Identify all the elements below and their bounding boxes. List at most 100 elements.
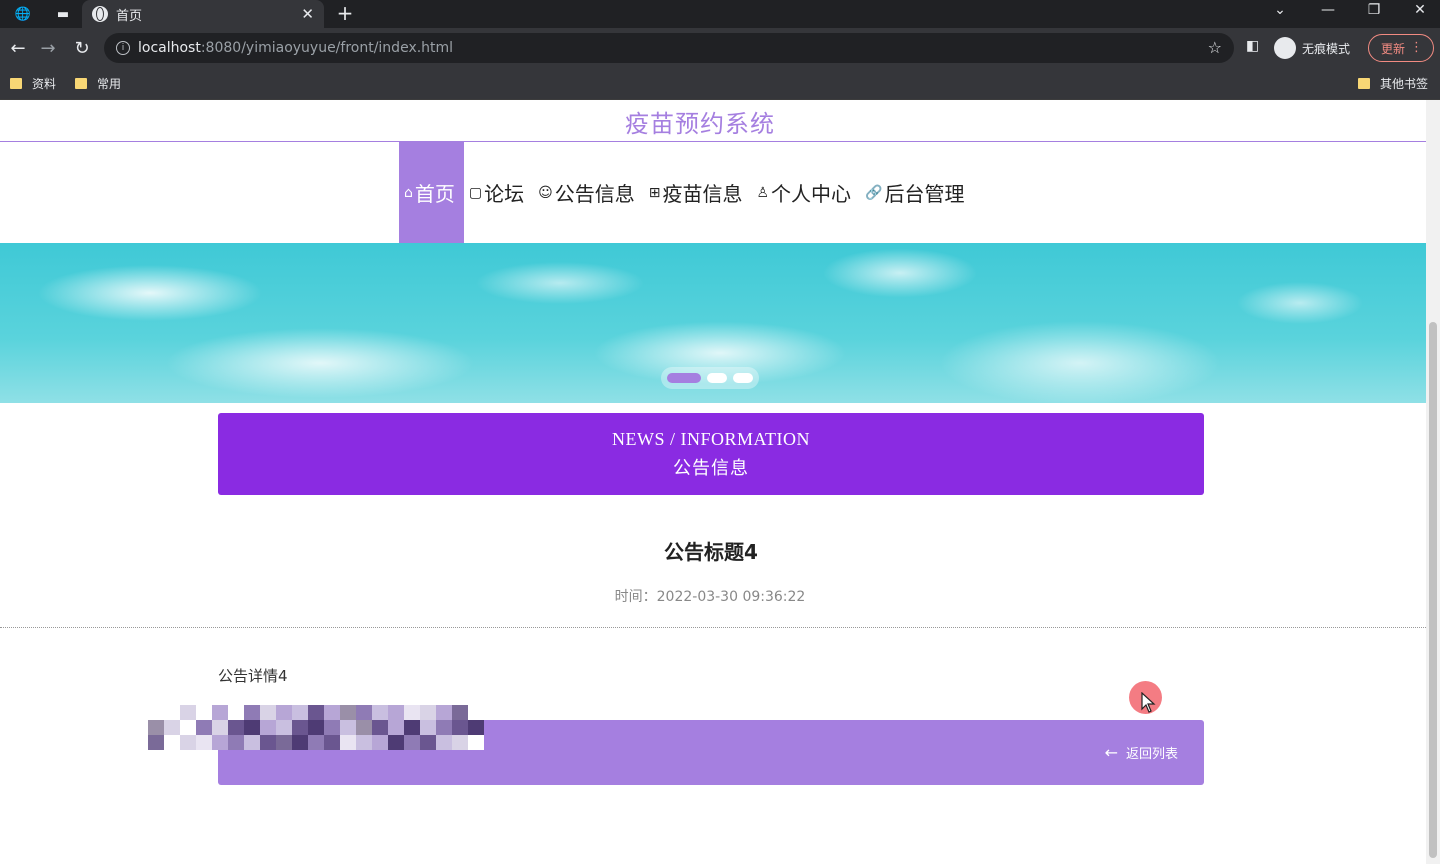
- mosaic-cell: [180, 720, 196, 735]
- mosaic-cell: [148, 705, 164, 720]
- reload-icon[interactable]: ↻: [70, 36, 94, 60]
- browser-tab-active[interactable]: 首页 ✕: [82, 0, 324, 28]
- mosaic-cell: [244, 720, 260, 735]
- carousel-indicators: [661, 367, 759, 389]
- mosaic-cell: [244, 735, 260, 750]
- mosaic-cell: [356, 720, 372, 735]
- nav-item-admin[interactable]: 🔗 后台管理: [860, 142, 973, 243]
- bookmark-star-icon[interactable]: ☆: [1208, 38, 1222, 57]
- mouse-cursor-icon: [1141, 692, 1156, 713]
- mosaic-cell: [420, 720, 436, 735]
- mosaic-cell: [276, 720, 292, 735]
- nav-item-home[interactable]: ⌂ 首页: [399, 142, 464, 243]
- restore-icon[interactable]: ❐: [1364, 2, 1384, 18]
- address-bar[interactable]: i localhost :8080/yimiaoyuyue/front/inde…: [104, 33, 1234, 63]
- mosaic-cell: [468, 705, 484, 720]
- incognito-indicator[interactable]: 无痕模式: [1274, 37, 1350, 59]
- browser-tabstrip: 🌐 ▬ 首页 ✕ + ⌄ — ❐ ✕: [0, 0, 1440, 28]
- mosaic-cell: [324, 720, 340, 735]
- update-button[interactable]: 更新 ⋮: [1368, 34, 1434, 62]
- bookmarks-bar: 资料 常用 其他书签: [0, 68, 1440, 100]
- bookmark-label: 常用: [97, 77, 122, 91]
- site-info-icon[interactable]: i: [116, 41, 130, 55]
- nav-item-label: 首页: [414, 182, 455, 206]
- pixelated-watermark: [148, 705, 484, 751]
- mosaic-cell: [228, 720, 244, 735]
- more-menu-icon[interactable]: ⋮: [1410, 40, 1423, 55]
- mosaic-cell: [324, 735, 340, 750]
- mosaic-cell: [164, 705, 180, 720]
- mosaic-cell: [372, 735, 388, 750]
- mosaic-cell: [356, 705, 372, 720]
- other-bookmarks[interactable]: 其他书签: [1358, 75, 1428, 92]
- mosaic-cell: [404, 720, 420, 735]
- back-to-list-button[interactable]: ← 返回列表: [1105, 743, 1178, 762]
- carousel-dot-1[interactable]: [667, 373, 701, 383]
- section-title-en: NEWS / INFORMATION: [612, 429, 810, 449]
- back-arrow-icon[interactable]: ←: [6, 36, 30, 60]
- url-path: :8080/yimiaoyuyue/front/index.html: [200, 40, 454, 56]
- mosaic-cell: [292, 735, 308, 750]
- folder-icon: [75, 78, 87, 89]
- close-tab-icon[interactable]: ✕: [301, 5, 314, 23]
- mosaic-cell: [340, 735, 356, 750]
- mosaic-cell: [212, 720, 228, 735]
- bookmark-label: 资料: [32, 77, 57, 91]
- mosaic-cell: [388, 735, 404, 750]
- divider: [0, 627, 1426, 628]
- nav-item-label: 论坛: [484, 182, 525, 206]
- mosaic-cell: [436, 720, 452, 735]
- main-nav: ⌂ 首页 ▢ 论坛 ☺ 公告信息 ⊞ 疫苗信息 ♙ 个人中心 🔗 后台管理: [399, 142, 973, 243]
- carousel-dot-2[interactable]: [707, 373, 727, 383]
- mosaic-cell: [292, 720, 308, 735]
- tab-search-icon[interactable]: ▬: [52, 4, 74, 24]
- mosaic-cell: [436, 705, 452, 720]
- forward-arrow-icon[interactable]: →: [36, 36, 60, 60]
- carousel-dot-3[interactable]: [733, 373, 753, 383]
- nav-item-vaccine[interactable]: ⊞ 疫苗信息: [644, 142, 752, 243]
- mosaic-cell: [164, 720, 180, 735]
- mosaic-cell: [436, 735, 452, 750]
- mosaic-cell: [388, 705, 404, 720]
- update-label: 更新: [1381, 41, 1406, 56]
- new-tab-icon[interactable]: +: [334, 1, 356, 25]
- mosaic-cell: [260, 720, 276, 735]
- other-bookmarks-label: 其他书签: [1380, 77, 1429, 91]
- browser-menu-globe-icon[interactable]: 🌐: [12, 4, 34, 24]
- mosaic-cell: [452, 720, 468, 735]
- mosaic-cell: [420, 705, 436, 720]
- mosaic-cell: [340, 705, 356, 720]
- url-host: localhost: [138, 40, 201, 56]
- mosaic-cell: [404, 735, 420, 750]
- nav-item-notice[interactable]: ☺ 公告信息: [533, 142, 644, 243]
- mosaic-cell: [452, 705, 468, 720]
- folder-icon: [1358, 78, 1370, 89]
- minimize-icon[interactable]: —: [1318, 2, 1338, 18]
- user-icon: ♙: [756, 184, 770, 201]
- side-panel-icon[interactable]: ◧: [1246, 38, 1259, 54]
- mosaic-cell: [260, 705, 276, 720]
- mosaic-cell: [356, 735, 372, 750]
- mosaic-cell: [212, 735, 228, 750]
- mosaic-cell: [260, 735, 276, 750]
- mosaic-cell: [372, 705, 388, 720]
- nav-item-profile[interactable]: ♙ 个人中心: [751, 142, 860, 243]
- mosaic-cell: [228, 705, 244, 720]
- bookmark-folder-2[interactable]: 常用: [75, 75, 121, 92]
- tab-list-chevron-icon[interactable]: ⌄: [1270, 2, 1290, 18]
- bookmark-folder-1[interactable]: 资料: [10, 75, 56, 92]
- mosaic-cell: [148, 735, 164, 750]
- mosaic-cell: [308, 720, 324, 735]
- mosaic-cell: [180, 705, 196, 720]
- page-scrollbar[interactable]: [1426, 100, 1440, 864]
- window-close-icon[interactable]: ✕: [1410, 2, 1430, 18]
- section-header: NEWS / INFORMATION 公告信息: [218, 413, 1204, 495]
- section-title-cn: 公告信息: [673, 458, 749, 479]
- mosaic-cell: [196, 735, 212, 750]
- globe-icon: [92, 6, 108, 22]
- nav-item-label: 后台管理: [884, 182, 965, 206]
- mosaic-cell: [196, 720, 212, 735]
- scrollbar-thumb[interactable]: [1429, 322, 1437, 858]
- nav-item-forum[interactable]: ▢ 论坛: [464, 142, 533, 243]
- site-title: 疫苗预约系统: [625, 110, 775, 138]
